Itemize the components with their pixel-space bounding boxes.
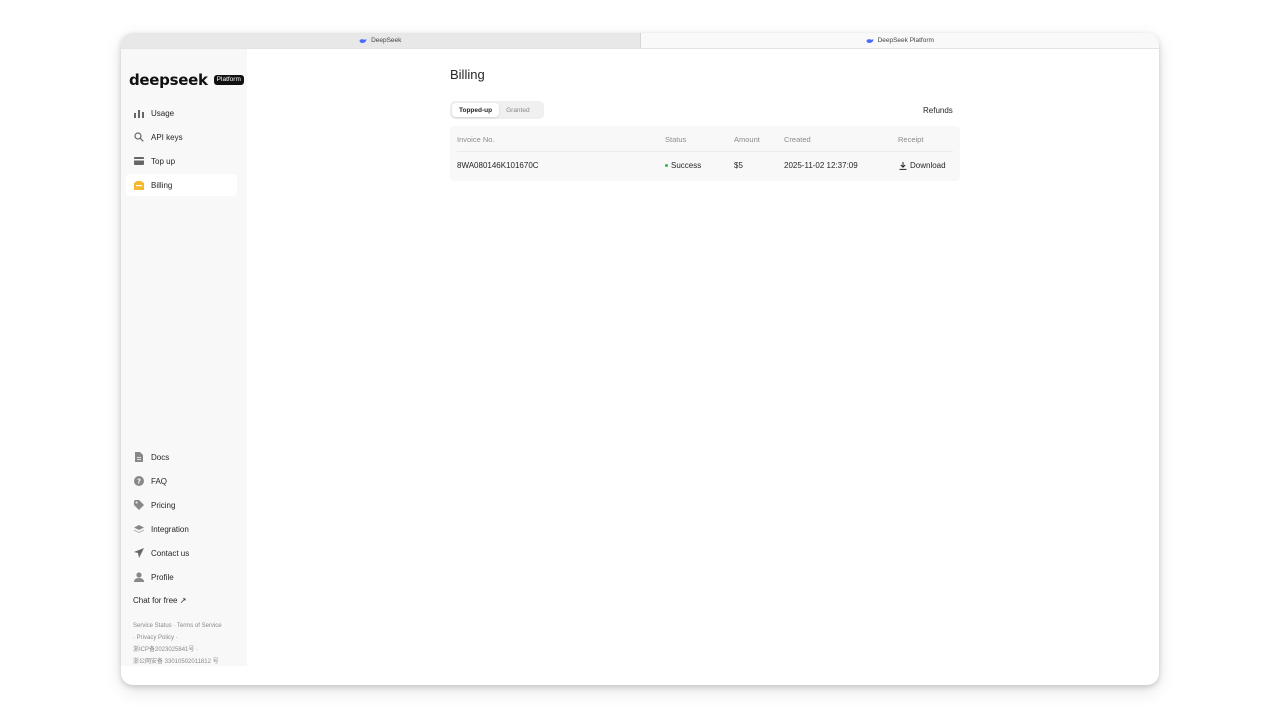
sidebar-item-label: FAQ [151,476,168,486]
tag-icon [134,500,144,510]
tab-deepseek[interactable]: DeepSeek [121,33,641,48]
tab-topped-up[interactable]: Topped-up [452,103,500,117]
amount-value: $5 [734,161,743,170]
sidebar-item-label: Contact us [151,548,190,558]
footer-separator: · [175,635,178,641]
download-receipt-button[interactable]: Download [899,161,946,170]
refunds-link[interactable]: Refunds [923,106,953,115]
platform-badge: Platform [213,75,244,85]
sidebar-item-api-keys[interactable]: API keys [126,126,237,148]
tab-strip: DeepSeek DeepSeek Platform [121,33,1159,49]
sidebar-item-label: Usage [151,108,175,118]
sidebar-item-integration[interactable]: Integration [126,518,237,540]
tab-label: DeepSeek Platform [877,37,934,44]
page-title: Billing [450,67,485,82]
browser-window: DeepSeek DeepSeek Platform deepseek Plat… [121,33,1159,685]
download-label: Download [910,161,946,170]
user-icon [134,572,144,582]
send-icon [134,548,144,558]
bar-chart-icon [134,108,144,118]
whale-icon [359,38,367,43]
column-header-created: Created [784,135,811,144]
status-text: Success [671,161,702,170]
sidebar-item-label: Billing [151,180,173,190]
question-icon: ? [134,476,144,486]
police-link[interactable]: 浙公网安备 33010502011812 号 [133,659,219,665]
invoice-number: 8WA080146K101670C [457,161,539,170]
created-timestamp: 2025-11-02 12:37:09 [784,161,858,170]
search-icon [134,132,144,142]
whale-icon [866,38,874,43]
sidebar-item-billing[interactable]: Billing [126,174,237,196]
sidebar-item-label: Docs [151,452,170,462]
tab-granted[interactable]: Granted [499,103,537,117]
sidebar-item-label: Pricing [151,500,176,510]
sidebar-item-label: Profile [151,572,174,582]
brand-logo[interactable]: deepseek Platform [129,71,244,89]
invoice-table: Invoice No. Status Amount Created Receip… [450,126,960,181]
sidebar-item-faq[interactable]: ? FAQ [126,470,237,492]
sidebar-item-label: API keys [151,132,183,142]
terms-link[interactable]: Terms of Service [177,623,222,629]
sidebar-item-profile[interactable]: Profile [126,566,237,588]
sidebar-item-label: Integration [151,524,189,534]
svg-text:?: ? [137,478,141,486]
icp-link[interactable]: 浙ICP备2023025841号 [133,647,194,653]
sidebar-item-usage[interactable]: Usage [126,102,237,124]
sidebar-item-pricing[interactable]: Pricing [126,494,237,516]
footer-links: Service Status · Terms of Service · Priv… [133,620,241,668]
column-header-amount: Amount [734,135,760,144]
sidebar: deepseek Platform Usage API keys Top up [121,49,247,666]
column-header-invoice: Invoice No. [457,135,495,144]
card-icon [134,156,144,166]
footer-separator: · [196,647,199,653]
billing-icon [134,180,144,190]
column-header-receipt: Receipt [898,135,924,144]
sidebar-item-label: Top up [151,156,176,166]
row-divider [457,151,953,152]
sidebar-item-top-up[interactable]: Top up [126,150,237,172]
sidebar-item-docs[interactable]: Docs [126,446,237,468]
status-badge: Success [665,161,701,170]
column-header-status: Status [665,135,687,144]
sidebar-item-contact-us[interactable]: Contact us [126,542,237,564]
tab-deepseek-platform[interactable]: DeepSeek Platform [640,33,1159,48]
download-icon [899,161,907,170]
brand-name: deepseek [129,71,208,89]
billing-tab-switcher: Topped-up Granted [450,101,544,119]
privacy-link[interactable]: Privacy Policy [137,635,174,641]
service-status-link[interactable]: Service Status [133,623,172,629]
status-dot [665,164,668,168]
chat-for-free-link[interactable]: Chat for free ↗ [133,596,186,605]
tab-label: DeepSeek [371,37,402,44]
chat-for-free-label: Chat for free ↗ [133,596,187,605]
document-icon [134,452,144,462]
layers-icon [134,524,144,534]
